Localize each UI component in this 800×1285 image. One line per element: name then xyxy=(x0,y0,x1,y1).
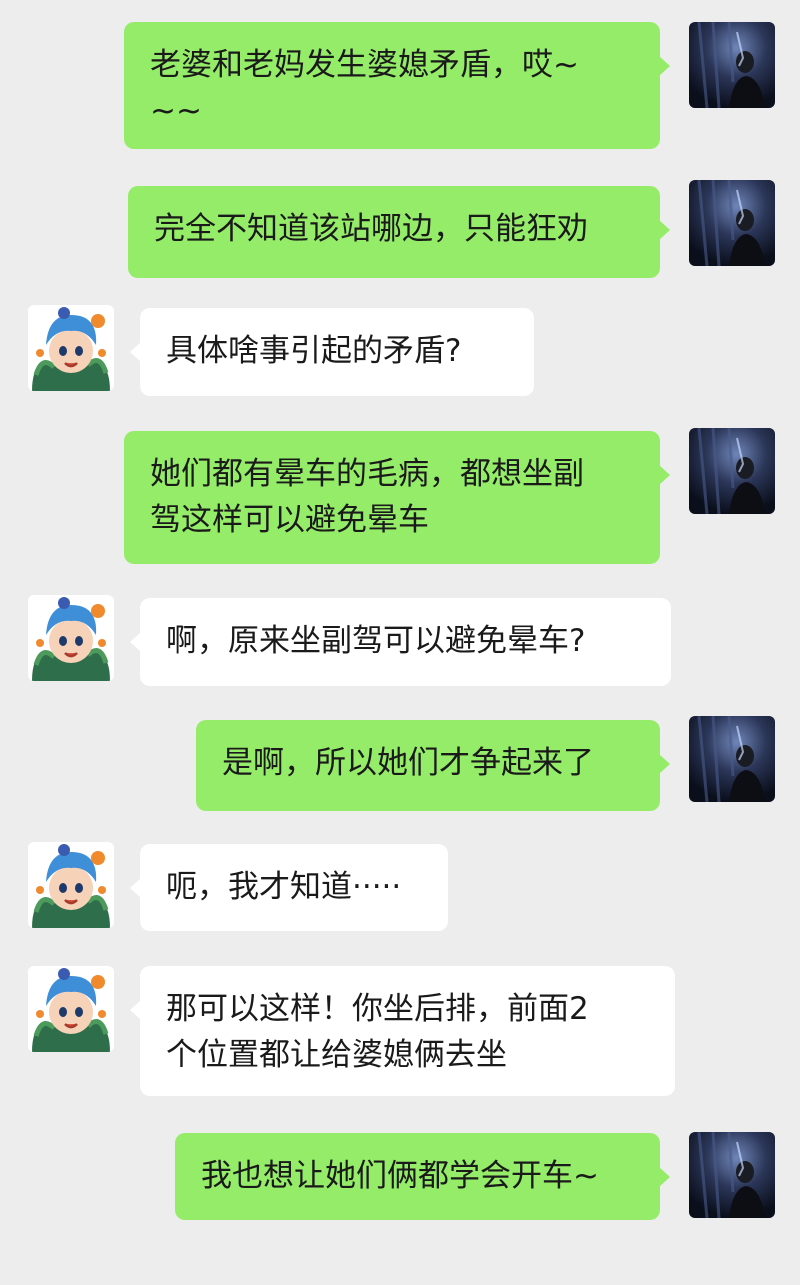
outgoing-bubble[interactable]: 完全不知道该站哪边，只能狂劝 xyxy=(128,186,670,278)
contact-avatar-icon[interactable] xyxy=(28,305,114,391)
outgoing-bubble[interactable]: 我也想让她们俩都学会开车~ xyxy=(175,1133,670,1220)
incoming-bubble[interactable]: 呃，我才知道····· xyxy=(130,844,448,931)
contact-avatar-icon[interactable] xyxy=(28,842,114,928)
my-avatar-icon[interactable] xyxy=(689,22,775,108)
my-avatar-icon[interactable] xyxy=(689,180,775,266)
my-avatar-icon[interactable] xyxy=(689,428,775,514)
outgoing-bubble[interactable]: 她们都有晕车的毛病，都想坐副 驾这样可以避免晕车 xyxy=(124,431,670,564)
chat-window: 老婆和老妈发生婆媳矛盾，哎~ ~~ 完全不知道该站哪边，只能狂劝 具体啥事引起的… xyxy=(0,0,800,1285)
incoming-bubble[interactable]: 那可以这样！你坐后排，前面2 个位置都让给婆媳俩去坐 xyxy=(130,966,675,1096)
outgoing-bubble[interactable]: 老婆和老妈发生婆媳矛盾，哎~ ~~ xyxy=(124,22,670,149)
contact-avatar-icon[interactable] xyxy=(28,966,114,1052)
incoming-bubble[interactable]: 具体啥事引起的矛盾? xyxy=(130,308,534,396)
contact-avatar-icon[interactable] xyxy=(28,595,114,681)
my-avatar-icon[interactable] xyxy=(689,716,775,802)
my-avatar-icon[interactable] xyxy=(689,1132,775,1218)
incoming-bubble[interactable]: 啊，原来坐副驾可以避免晕车? xyxy=(130,598,671,686)
outgoing-bubble[interactable]: 是啊，所以她们才争起来了 xyxy=(196,720,670,811)
